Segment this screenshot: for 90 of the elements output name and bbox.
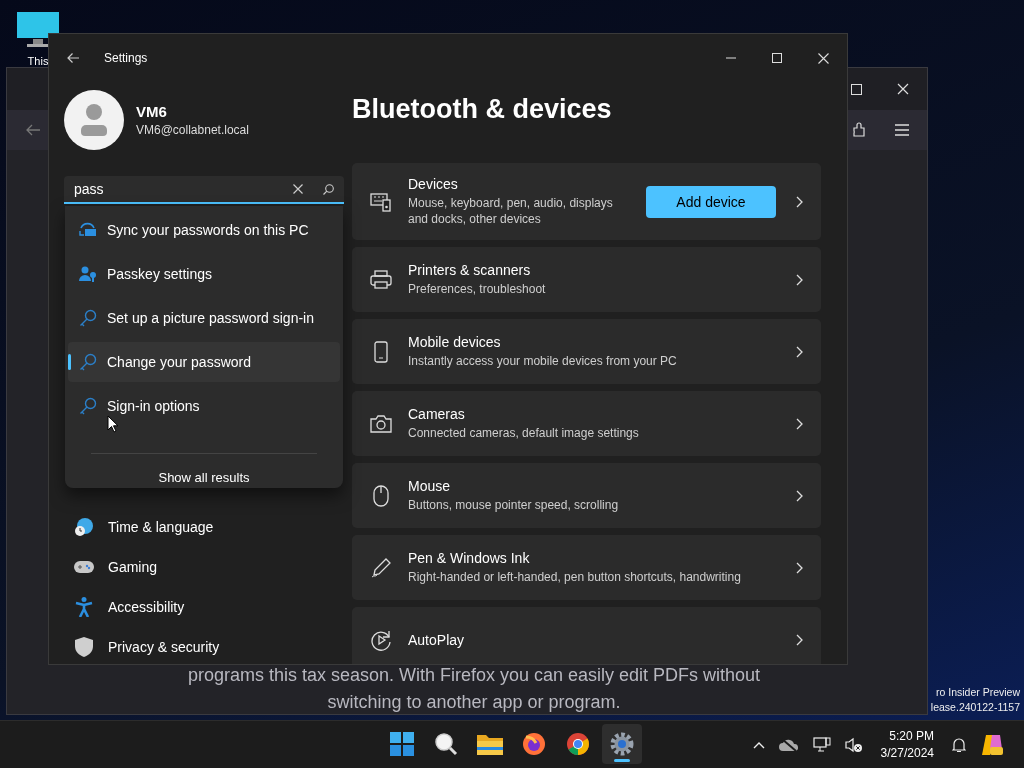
- nav-item[interactable]: Privacy & security: [64, 627, 344, 664]
- window-title: Settings: [104, 51, 148, 65]
- search-result[interactable]: Change your password: [68, 342, 340, 382]
- settings-card[interactable]: Mobile devices Instantly access your mobile devices from your PC: [352, 319, 821, 384]
- key-icon: [79, 353, 97, 371]
- mouse-cursor-icon: [107, 415, 119, 433]
- network-icon[interactable]: [812, 737, 831, 753]
- chevron-right-icon: [796, 561, 803, 574]
- chevron-right-icon: [796, 633, 803, 646]
- card-title: Mobile devices: [408, 334, 502, 350]
- close-icon[interactable]: [897, 83, 909, 95]
- clock-date[interactable]: 3/27/2024: [880, 745, 934, 762]
- volume-muted-icon[interactable]: [844, 737, 863, 753]
- card-description: Instantly access your mobile devices from your PC: [408, 353, 678, 369]
- nav-item[interactable]: Time & language: [64, 507, 344, 547]
- settings-card[interactable]: Printers & scanners Preferences, troubleshoot: [352, 247, 821, 312]
- gamepad-icon: [74, 560, 94, 574]
- nav-item[interactable]: Accessibility: [64, 587, 344, 627]
- page-text: programs this tax season. With Firefox you can easily edit PDFs without: [187, 666, 761, 684]
- settings-card[interactable]: Pen & Windows Ink Right-handed or left-handed, pen button shortcuts, handwriting: [352, 535, 821, 600]
- clock-time[interactable]: 5:20 PM: [889, 728, 934, 745]
- search-icon: [434, 732, 458, 756]
- mouse-icon: [370, 484, 392, 507]
- back-arrow-icon[interactable]: [66, 52, 80, 64]
- gear-icon: [610, 732, 634, 756]
- user-name: VM6: [136, 103, 168, 120]
- settings-card[interactable]: Devices Mouse, keyboard, pen, audio, displays and docks, other devices Add device: [352, 163, 821, 240]
- shield-icon: [74, 637, 94, 657]
- card-title: Mouse: [408, 478, 452, 494]
- show-all-results-link[interactable]: Show all results: [158, 470, 250, 485]
- chevron-right-icon: [796, 489, 803, 502]
- avatar-icon: [64, 90, 124, 150]
- settings-card[interactable]: AutoPlay: [352, 607, 821, 664]
- page-text: switching to another app or program.: [327, 693, 621, 711]
- close-icon[interactable]: [818, 52, 829, 64]
- card-description: Connected cameras, default image settings: [408, 425, 640, 441]
- user-email: VM6@collabnet.local: [136, 123, 249, 137]
- globe-clock-icon: [74, 517, 94, 537]
- page-title: Bluetooth & devices: [352, 94, 613, 124]
- desktop-icon-label[interactable]: This: [27, 55, 49, 67]
- card-title: AutoPlay: [408, 631, 466, 648]
- autoplay-icon: [370, 628, 392, 651]
- search-result[interactable]: Passkey settings: [68, 254, 340, 294]
- fox-globe-icon: [522, 732, 546, 756]
- clear-icon[interactable]: [293, 184, 303, 194]
- chrome-icon: [566, 732, 590, 756]
- search-result[interactable]: Set up a picture password sign-in: [68, 298, 340, 338]
- card-title: Printers & scanners: [408, 262, 532, 278]
- chevron-right-icon: [796, 273, 803, 286]
- windows-logo-icon: [390, 732, 414, 756]
- accessibility-icon: [74, 597, 94, 617]
- person-key-icon: [79, 266, 97, 282]
- pen-icon: [370, 556, 392, 579]
- search-result[interactable]: Sync your passwords on this PC: [68, 210, 340, 250]
- watermark-text: ro Insider Preview: [935, 685, 1020, 700]
- cloud-off-icon[interactable]: [778, 738, 799, 752]
- taskbar-app[interactable]: [602, 724, 642, 764]
- puzzle-icon[interactable]: [851, 122, 867, 138]
- printer-icon: [370, 269, 392, 290]
- sync-icon: [79, 222, 97, 238]
- menu-icon[interactable]: [895, 124, 909, 136]
- search-field[interactable]: pass: [64, 176, 344, 204]
- watermark-text: lease.240122-1157: [930, 700, 1020, 715]
- copilot-icon[interactable]: [980, 733, 1004, 757]
- card-title: Cameras: [408, 406, 466, 422]
- camera-icon: [370, 414, 392, 433]
- folder-icon: [477, 733, 503, 755]
- bell-icon[interactable]: [952, 737, 966, 753]
- maximize-icon[interactable]: [851, 83, 862, 95]
- monitor-icon[interactable]: [16, 11, 60, 49]
- card-description: Buttons, mouse pointer speed, scrolling: [408, 497, 620, 513]
- keyboard-speaker-icon: [370, 191, 392, 212]
- maximize-icon[interactable]: [772, 53, 782, 63]
- chevron-up-icon[interactable]: [752, 741, 765, 749]
- card-title: Devices: [408, 176, 459, 192]
- settings-card[interactable]: Cameras Connected cameras, default image settings: [352, 391, 821, 456]
- card-description: Mouse, keyboard, pen, audio, displays and docks, other devices: [408, 195, 614, 227]
- chevron-right-icon: [796, 417, 803, 430]
- search-icon[interactable]: [323, 183, 334, 195]
- settings-card[interactable]: Mouse Buttons, mouse pointer speed, scrolling: [352, 463, 821, 528]
- search-result[interactable]: Sign-in options: [68, 386, 340, 426]
- chevron-right-icon: [796, 345, 803, 358]
- card-description: Right-handed or left-handed, pen button shortcuts, handwriting: [408, 569, 742, 585]
- chevron-right-icon: [796, 195, 803, 208]
- key-icon: [79, 397, 97, 415]
- nav-item[interactable]: Gaming: [64, 547, 344, 587]
- card-description: Preferences, troubleshoot: [408, 281, 547, 297]
- add-device-button[interactable]: Add device: [646, 185, 776, 218]
- card-title: Pen & Windows Ink: [408, 550, 531, 566]
- key-icon: [79, 309, 97, 327]
